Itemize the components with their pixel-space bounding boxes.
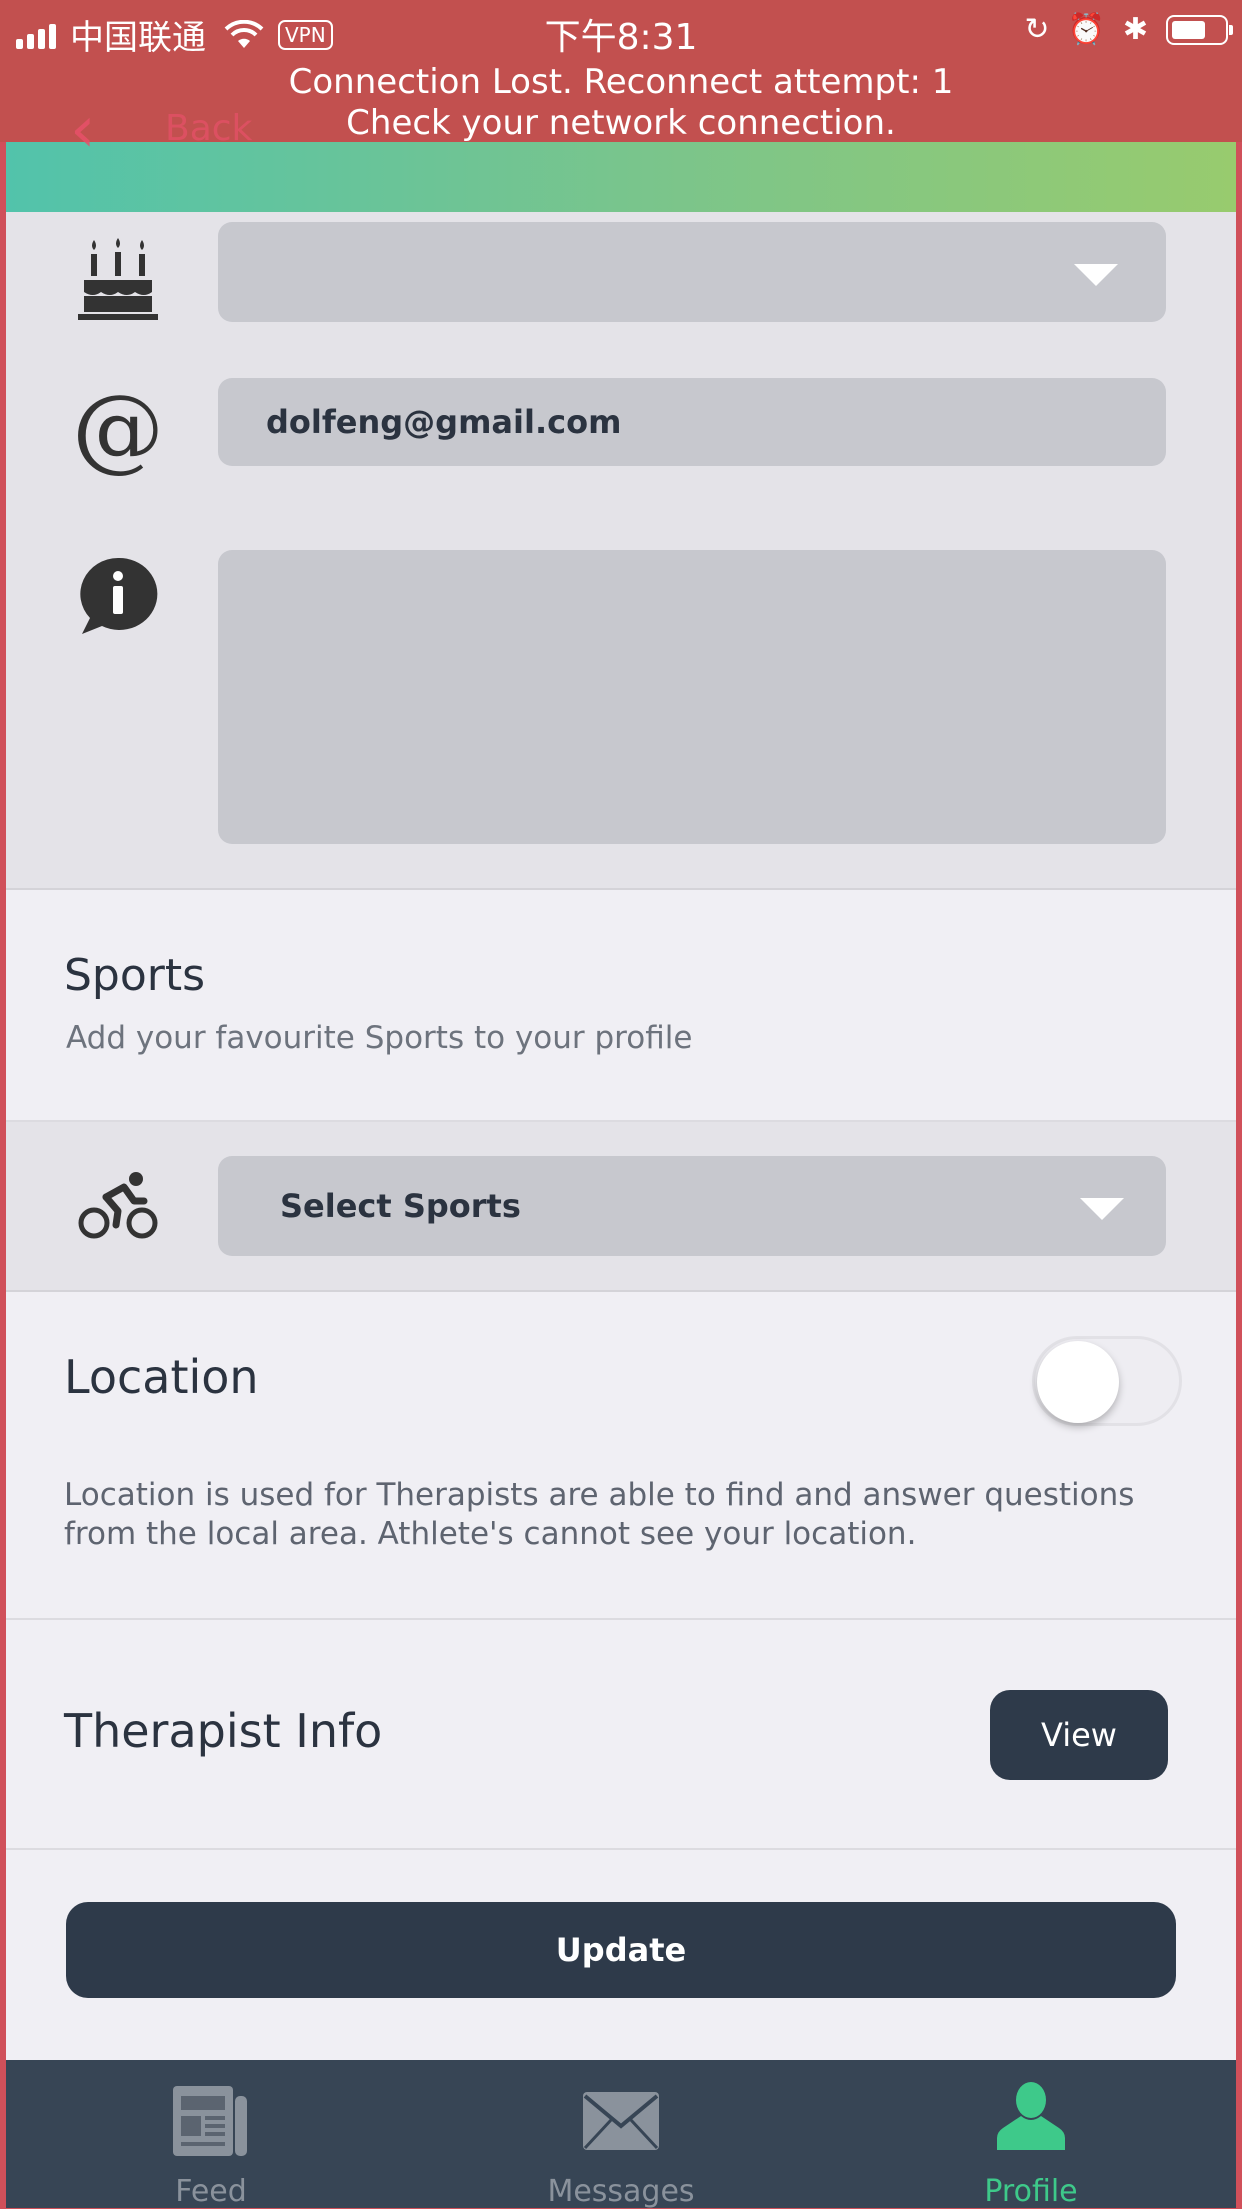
status-bar: 中国联通 VPN 下午8:31 ↻ ⏰ ✱ [0,0,1242,62]
back-button[interactable]: Back [165,108,252,149]
location-title: Location [64,1350,259,1404]
envelope-icon [416,2090,826,2152]
email-field[interactable]: dolfeng@gmail.com [218,378,1166,466]
divider [6,1848,1236,1850]
back-chevron-icon[interactable]: ‹ [70,98,96,162]
tab-messages[interactable]: Messages [416,2060,826,2209]
toggle-knob [1037,1341,1119,1423]
therapist-info-title: Therapist Info [64,1704,383,1758]
at-sign-icon: @ [72,374,164,482]
info-bubble-icon [68,546,168,646]
bio-textarea[interactable] [218,550,1166,844]
chevron-down-icon [1074,264,1118,286]
tab-messages-label: Messages [547,2174,695,2209]
email-value: dolfeng@gmail.com [266,403,622,441]
battery-icon [1166,14,1233,45]
birthday-dropdown[interactable] [218,222,1166,322]
location-description: Location is used for Therapists are able… [64,1477,1135,1552]
select-sports-dropdown[interactable]: Select Sports [218,1156,1166,1256]
location-toggle[interactable] [1032,1336,1182,1426]
sports-row: Select Sports [6,1120,1236,1292]
bluetooth-icon: ✱ [1122,12,1148,47]
bio-row [6,510,1236,890]
cyclist-icon [68,1156,168,1256]
banner-line-1: Connection Lost. Reconnect attempt: 1 [288,62,954,102]
divider [6,1618,1236,1620]
nav-header [6,140,1236,212]
view-button[interactable]: View [990,1690,1168,1780]
newspaper-icon [6,2082,416,2158]
alarm-icon: ⏰ [1067,12,1105,47]
person-icon [826,2080,1236,2150]
update-button[interactable]: Update [66,1902,1176,1998]
chevron-down-icon [1080,1198,1124,1220]
tab-profile-label: Profile [984,2174,1078,2209]
sports-title: Sports [64,950,206,1001]
birthday-row [6,212,1236,354]
tab-profile[interactable]: Profile [826,2060,1236,2209]
edit-profile-form: @ dolfeng@gmail.com Sports Add your favo… [6,212,1236,2060]
tab-feed-label: Feed [175,2174,247,2209]
tab-feed[interactable]: Feed [6,2060,416,2209]
email-row: @ dolfeng@gmail.com [6,352,1236,512]
sports-subtitle: Add your favourite Sports to your profil… [66,1020,693,1056]
birthday-cake-icon [68,228,168,328]
orientation-lock-icon: ↻ [1024,12,1050,47]
tab-bar: Feed Messages Profile [6,2060,1236,2209]
select-sports-label: Select Sports [280,1187,521,1225]
